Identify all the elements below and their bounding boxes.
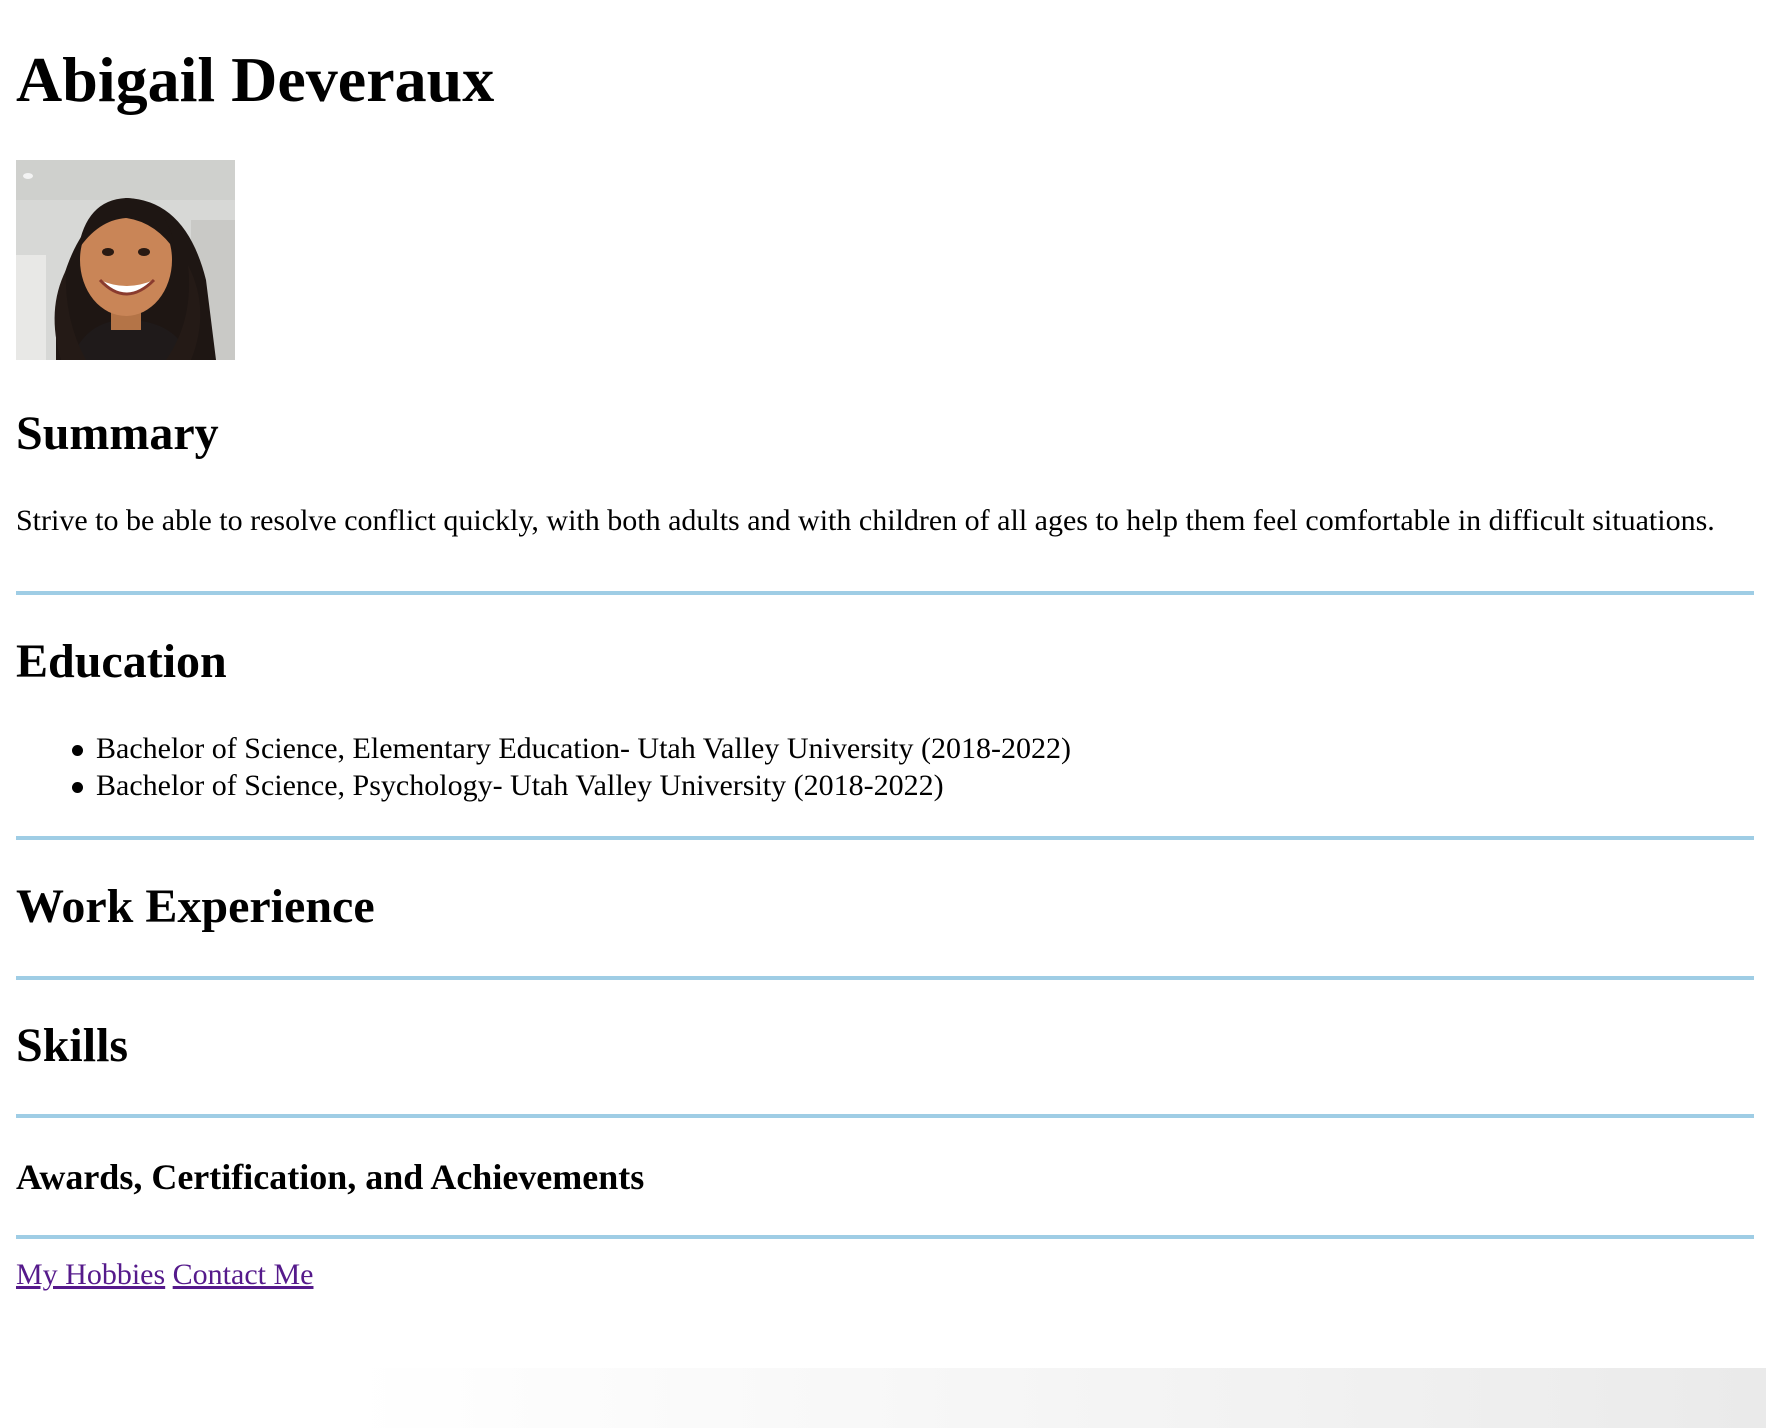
skills-heading: Skills — [16, 1019, 129, 1072]
section-divider — [16, 1114, 1754, 1118]
my-hobbies-link[interactable]: My Hobbies — [16, 1258, 165, 1291]
bullet-icon — [72, 782, 83, 793]
summary-heading: Summary — [16, 407, 219, 460]
window-shadow — [0, 1368, 1766, 1428]
awards-heading: Awards, Certification, and Achievements — [16, 1157, 645, 1197]
profile-photo-image — [16, 160, 235, 360]
education-heading: Education — [16, 635, 227, 688]
education-item-text: Bachelor of Science, Elementary Educatio… — [96, 732, 1071, 765]
section-divider — [16, 976, 1754, 980]
profile-photo — [16, 160, 235, 360]
list-item: Bachelor of Science, Elementary Educatio… — [72, 730, 1071, 767]
footer-links: My Hobbies Contact Me — [16, 1256, 313, 1293]
section-divider — [16, 591, 1754, 595]
work-experience-heading: Work Experience — [16, 880, 375, 933]
education-item-text: Bachelor of Science, Psychology- Utah Va… — [96, 769, 944, 802]
section-divider — [16, 836, 1754, 840]
section-divider — [16, 1235, 1754, 1239]
list-item: Bachelor of Science, Psychology- Utah Va… — [72, 767, 1071, 804]
page-title: Abigail Deveraux — [16, 44, 495, 115]
summary-text: Strive to be able to resolve conflict qu… — [16, 504, 1715, 537]
education-list: Bachelor of Science, Elementary Educatio… — [16, 730, 1071, 804]
bullet-icon — [72, 745, 83, 756]
contact-me-link[interactable]: Contact Me — [173, 1258, 314, 1291]
